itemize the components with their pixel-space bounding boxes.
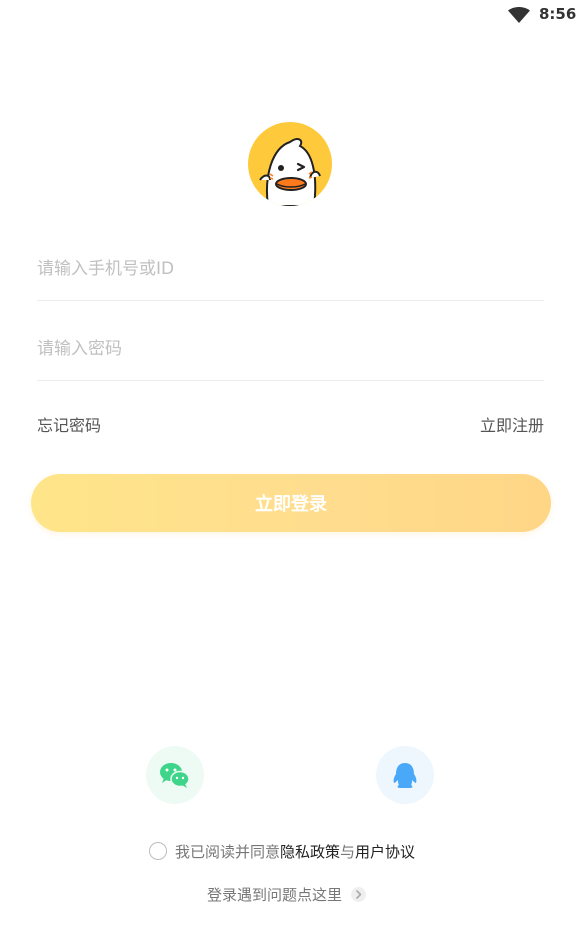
privacy-policy-link[interactable]: 隐私政策	[280, 843, 340, 861]
password-field-container	[37, 320, 544, 381]
agreement-prefix: 我已阅读并同意	[175, 843, 281, 861]
chevron-right-icon	[350, 887, 366, 902]
wifi-icon	[508, 7, 530, 23]
wechat-login-button[interactable]	[146, 746, 204, 804]
wechat-icon	[160, 763, 190, 788]
duck-mascot-icon	[248, 122, 332, 206]
forgot-password-link[interactable]: 忘记密码	[37, 412, 101, 436]
login-button[interactable]: 立即登录	[31, 474, 551, 532]
user-agreement-link[interactable]: 用户协议	[355, 843, 415, 861]
phone-input[interactable]	[37, 240, 544, 298]
link-row: 忘记密码 立即注册	[37, 412, 544, 436]
agreement-checkbox[interactable]	[149, 842, 167, 860]
password-input[interactable]	[37, 320, 544, 378]
agreement-text: 我已阅读并同意隐私政策与用户协议	[175, 841, 415, 862]
agreement-connector: 与	[340, 843, 356, 861]
status-bar: 8:56	[0, 0, 581, 30]
qq-penguin-icon	[393, 763, 417, 788]
login-help-text: 登录遇到问题点这里	[207, 886, 343, 904]
login-help-link[interactable]: 登录遇到问题点这里	[207, 884, 366, 906]
phone-field-container	[37, 240, 544, 301]
register-link[interactable]: 立即注册	[480, 412, 544, 436]
clock: 8:56	[539, 5, 577, 23]
qq-login-button[interactable]	[376, 746, 434, 804]
